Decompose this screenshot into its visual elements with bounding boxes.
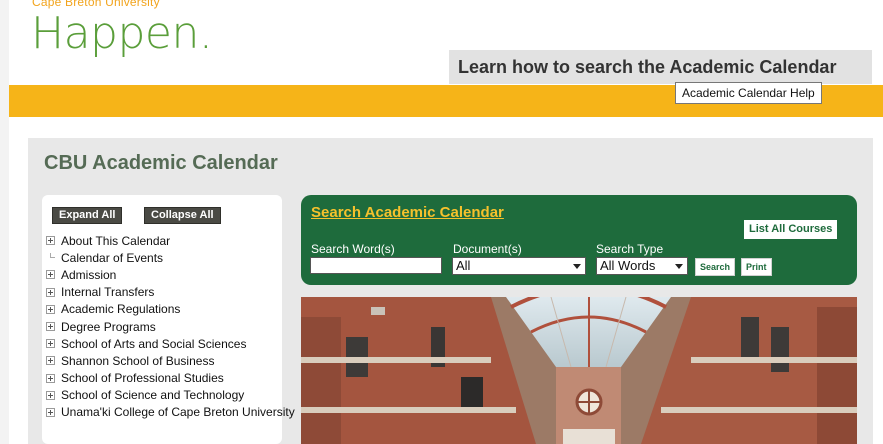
toc-item[interactable]: Degree Programs xyxy=(46,318,295,335)
search-title-link[interactable]: Search Academic Calendar xyxy=(311,204,504,221)
toc-item-label[interactable]: Shannon School of Business xyxy=(61,354,214,368)
search-words-input[interactable] xyxy=(310,257,442,274)
search-button[interactable]: Search xyxy=(695,258,736,276)
toc-item-label[interactable]: School of Professional Studies xyxy=(61,371,224,385)
search-type-label: Search Type xyxy=(596,242,664,256)
campus-atrium-photo xyxy=(301,297,857,444)
expand-icon[interactable] xyxy=(46,390,55,400)
help-button[interactable]: Academic Calendar Help xyxy=(675,82,822,104)
toc-item-label[interactable]: School of Arts and Social Sciences xyxy=(61,337,246,351)
toc-item-label[interactable]: Admission xyxy=(61,268,116,282)
expand-icon[interactable] xyxy=(46,322,55,332)
expand-icon[interactable] xyxy=(46,356,55,366)
toc-item[interactable]: Shannon School of Business xyxy=(46,352,295,369)
expand-all-button[interactable]: Expand All xyxy=(52,207,123,224)
search-type-select[interactable]: All Words xyxy=(596,257,688,275)
toc-item[interactable]: Calendar of Events xyxy=(46,249,295,266)
toc-item-label[interactable]: School of Science and Technology xyxy=(61,388,244,402)
search-type-select-value: All Words xyxy=(600,258,656,273)
documents-select[interactable]: All xyxy=(452,257,586,275)
search-words-label: Search Word(s) xyxy=(311,242,395,256)
tree-branch-icon xyxy=(46,253,55,262)
collapse-all-button[interactable]: Collapse All xyxy=(144,207,221,224)
toc-item-label[interactable]: Calendar of Events xyxy=(61,251,163,265)
dropdown-arrow-icon xyxy=(675,264,683,269)
expand-icon[interactable] xyxy=(46,270,55,280)
expand-icon[interactable] xyxy=(46,407,55,417)
brand-logo-tagline[interactable]: Happen. xyxy=(31,12,213,56)
toc-list: About This Calendar Calendar of Events A… xyxy=(46,232,295,421)
toc-item[interactable]: School of Arts and Social Sciences xyxy=(46,335,295,352)
toc-item[interactable]: Academic Regulations xyxy=(46,301,295,318)
toc-item[interactable]: About This Calendar xyxy=(46,232,295,249)
toc-item[interactable]: School of Professional Studies xyxy=(46,370,295,387)
toc-item[interactable]: Internal Transfers xyxy=(46,284,295,301)
page: Cape Breton University Happen. Learn how… xyxy=(0,0,883,444)
atrium-illustration xyxy=(301,297,857,444)
left-gutter xyxy=(0,0,9,444)
toc-item[interactable]: School of Science and Technology xyxy=(46,387,295,404)
documents-label: Document(s) xyxy=(453,242,522,256)
toc-item[interactable]: Admission xyxy=(46,266,295,283)
page-title: CBU Academic Calendar xyxy=(44,152,278,174)
learn-search-link[interactable]: Learn how to search the Academic Calenda… xyxy=(458,57,836,78)
toc-item-label[interactable]: Academic Regulations xyxy=(61,302,180,316)
dropdown-arrow-icon xyxy=(573,264,581,269)
expand-icon[interactable] xyxy=(46,287,55,297)
toc-item[interactable]: Unama'ki College of Cape Breton Universi… xyxy=(46,404,295,421)
toc-item-label[interactable]: Degree Programs xyxy=(61,320,156,334)
print-button[interactable]: Print xyxy=(741,258,772,276)
expand-icon[interactable] xyxy=(46,339,55,349)
list-all-courses-button[interactable]: List All Courses xyxy=(744,220,838,239)
expand-icon[interactable] xyxy=(46,236,55,246)
expand-icon[interactable] xyxy=(46,304,55,314)
toc-item-label[interactable]: About This Calendar xyxy=(61,234,170,248)
documents-select-value: All xyxy=(456,258,471,273)
expand-icon[interactable] xyxy=(46,373,55,383)
toc-item-label[interactable]: Internal Transfers xyxy=(61,285,154,299)
toc-item-label[interactable]: Unama'ki College of Cape Breton Universi… xyxy=(61,405,295,419)
